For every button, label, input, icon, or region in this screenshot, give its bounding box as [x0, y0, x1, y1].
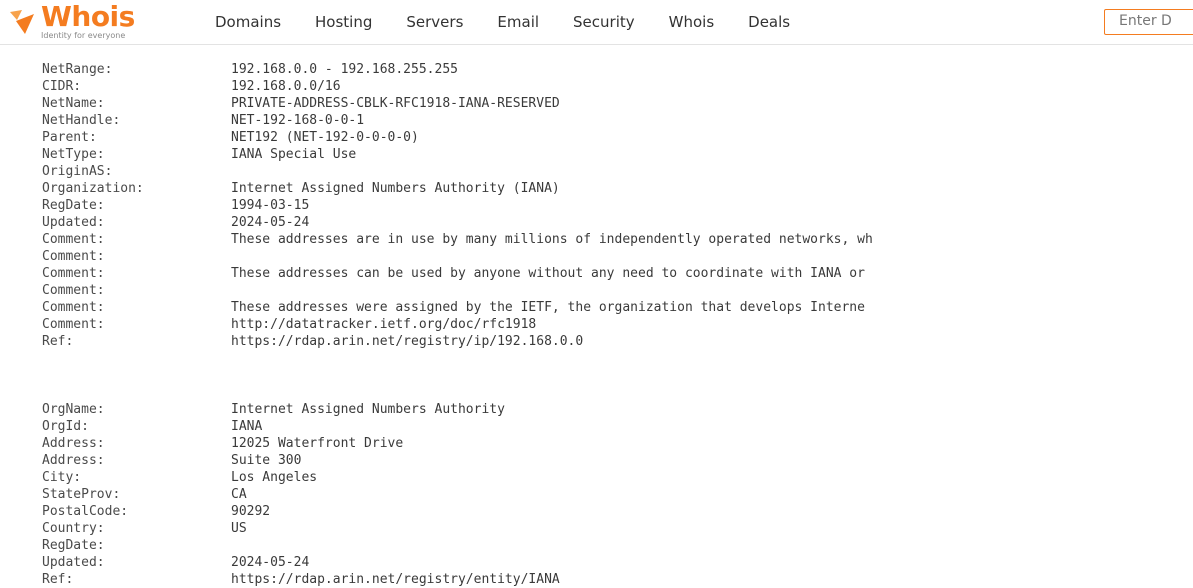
record-field-value: These addresses are in use by many milli…	[231, 232, 873, 247]
whois-result: NetRange: 192.168.0.0 - 192.168.255.255 CI…	[0, 44, 1193, 588]
logo-wordmark: Whois	[41, 0, 135, 33]
record-field-label: Updated:	[42, 215, 105, 230]
nav-email[interactable]: Email	[497, 13, 539, 31]
record-field-label: Ref:	[42, 334, 74, 349]
record-field-label: Parent:	[42, 130, 97, 145]
record-field-label: RegDate:	[42, 198, 105, 213]
site-header: Whois Identity for everyone Domains Host…	[0, 0, 1193, 45]
record-field-label: Country:	[42, 521, 105, 536]
logo-tagline: Identity for everyone	[41, 31, 126, 40]
record-field-label: Address:	[42, 436, 105, 451]
nav-hosting[interactable]: Hosting	[315, 13, 372, 31]
record-field-label: OrgName:	[42, 402, 105, 417]
record-field-label: Comment:	[42, 300, 105, 315]
record-field-value: https://rdap.arin.net/registry/ip/192.16…	[231, 334, 584, 349]
record-field-value: These addresses were assigned by the IET…	[231, 300, 865, 315]
record-field-value: US	[231, 521, 247, 536]
record-field-label: Comment:	[42, 249, 105, 264]
record-field-label: CIDR:	[42, 79, 82, 94]
record-field-label: RegDate:	[42, 538, 105, 553]
record-field-value: Internet Assigned Numbers Authority (IAN…	[231, 181, 560, 196]
record-field-label: NetHandle:	[42, 113, 121, 128]
record-field-label: Updated:	[42, 555, 105, 570]
nav-servers[interactable]: Servers	[406, 13, 463, 31]
nav-security[interactable]: Security	[573, 13, 635, 31]
record-field-value: IANA Special Use	[231, 147, 357, 162]
record-field-label: PostalCode:	[42, 504, 129, 519]
domain-search-input[interactable]: Enter D	[1104, 9, 1193, 35]
record-field-value: 1994-03-15	[231, 198, 310, 213]
record-field-value: NET-192-168-0-0-1	[231, 113, 365, 128]
nav-whois[interactable]: Whois	[669, 13, 715, 31]
record-field-value: 2024-05-24	[231, 555, 310, 570]
nav-deals[interactable]: Deals	[748, 13, 790, 31]
record-field-value: IANA	[231, 419, 263, 434]
record-field-value: 192.168.0.0 - 192.168.255.255	[231, 62, 458, 77]
whois-logo-icon	[10, 10, 34, 34]
record-field-label: Comment:	[42, 266, 105, 281]
record-field-value: 90292	[231, 504, 271, 519]
record-field-label: NetType:	[42, 147, 105, 162]
record-field-value: http://datatracker.ietf.org/doc/rfc1918	[231, 317, 537, 332]
record-field-label: Comment:	[42, 283, 105, 298]
record-field-label: NetName:	[42, 96, 105, 111]
record-field-label: Address:	[42, 453, 105, 468]
record-field-label: Ref:	[42, 572, 74, 587]
record-field-label: OrgId:	[42, 419, 89, 434]
record-field-value: Suite 300	[231, 453, 302, 468]
record-field-value: 2024-05-24	[231, 215, 310, 230]
record-field-label: NetRange:	[42, 62, 113, 77]
record-field-value: Los Angeles	[231, 470, 318, 485]
record-field-value: CA	[231, 487, 247, 502]
record-field-value: 192.168.0.0/16	[231, 79, 341, 94]
record-field-label: Comment:	[42, 317, 105, 332]
record-field-value: Internet Assigned Numbers Authority	[231, 402, 505, 417]
record-field-value: These addresses can be used by anyone wi…	[231, 266, 865, 281]
nav-domains[interactable]: Domains	[215, 13, 281, 31]
record-field-label: StateProv:	[42, 487, 121, 502]
site-logo[interactable]: Whois Identity for everyone	[8, 0, 198, 40]
record-field-value: PRIVATE-ADDRESS-CBLK-RFC1918-IANA-RESERV…	[231, 96, 560, 111]
record-field-value: https://rdap.arin.net/registry/entity/IA…	[231, 572, 560, 587]
record-field-label: City:	[42, 470, 82, 485]
record-field-label: OriginAS:	[42, 164, 113, 179]
record-field-value: NET192 (NET-192-0-0-0-0)	[231, 130, 419, 145]
main-nav: Domains Hosting Servers Email Security W…	[215, 0, 824, 44]
record-field-label: Comment:	[42, 232, 105, 247]
record-field-label: Organization:	[42, 181, 144, 196]
record-field-value: 12025 Waterfront Drive	[231, 436, 404, 451]
